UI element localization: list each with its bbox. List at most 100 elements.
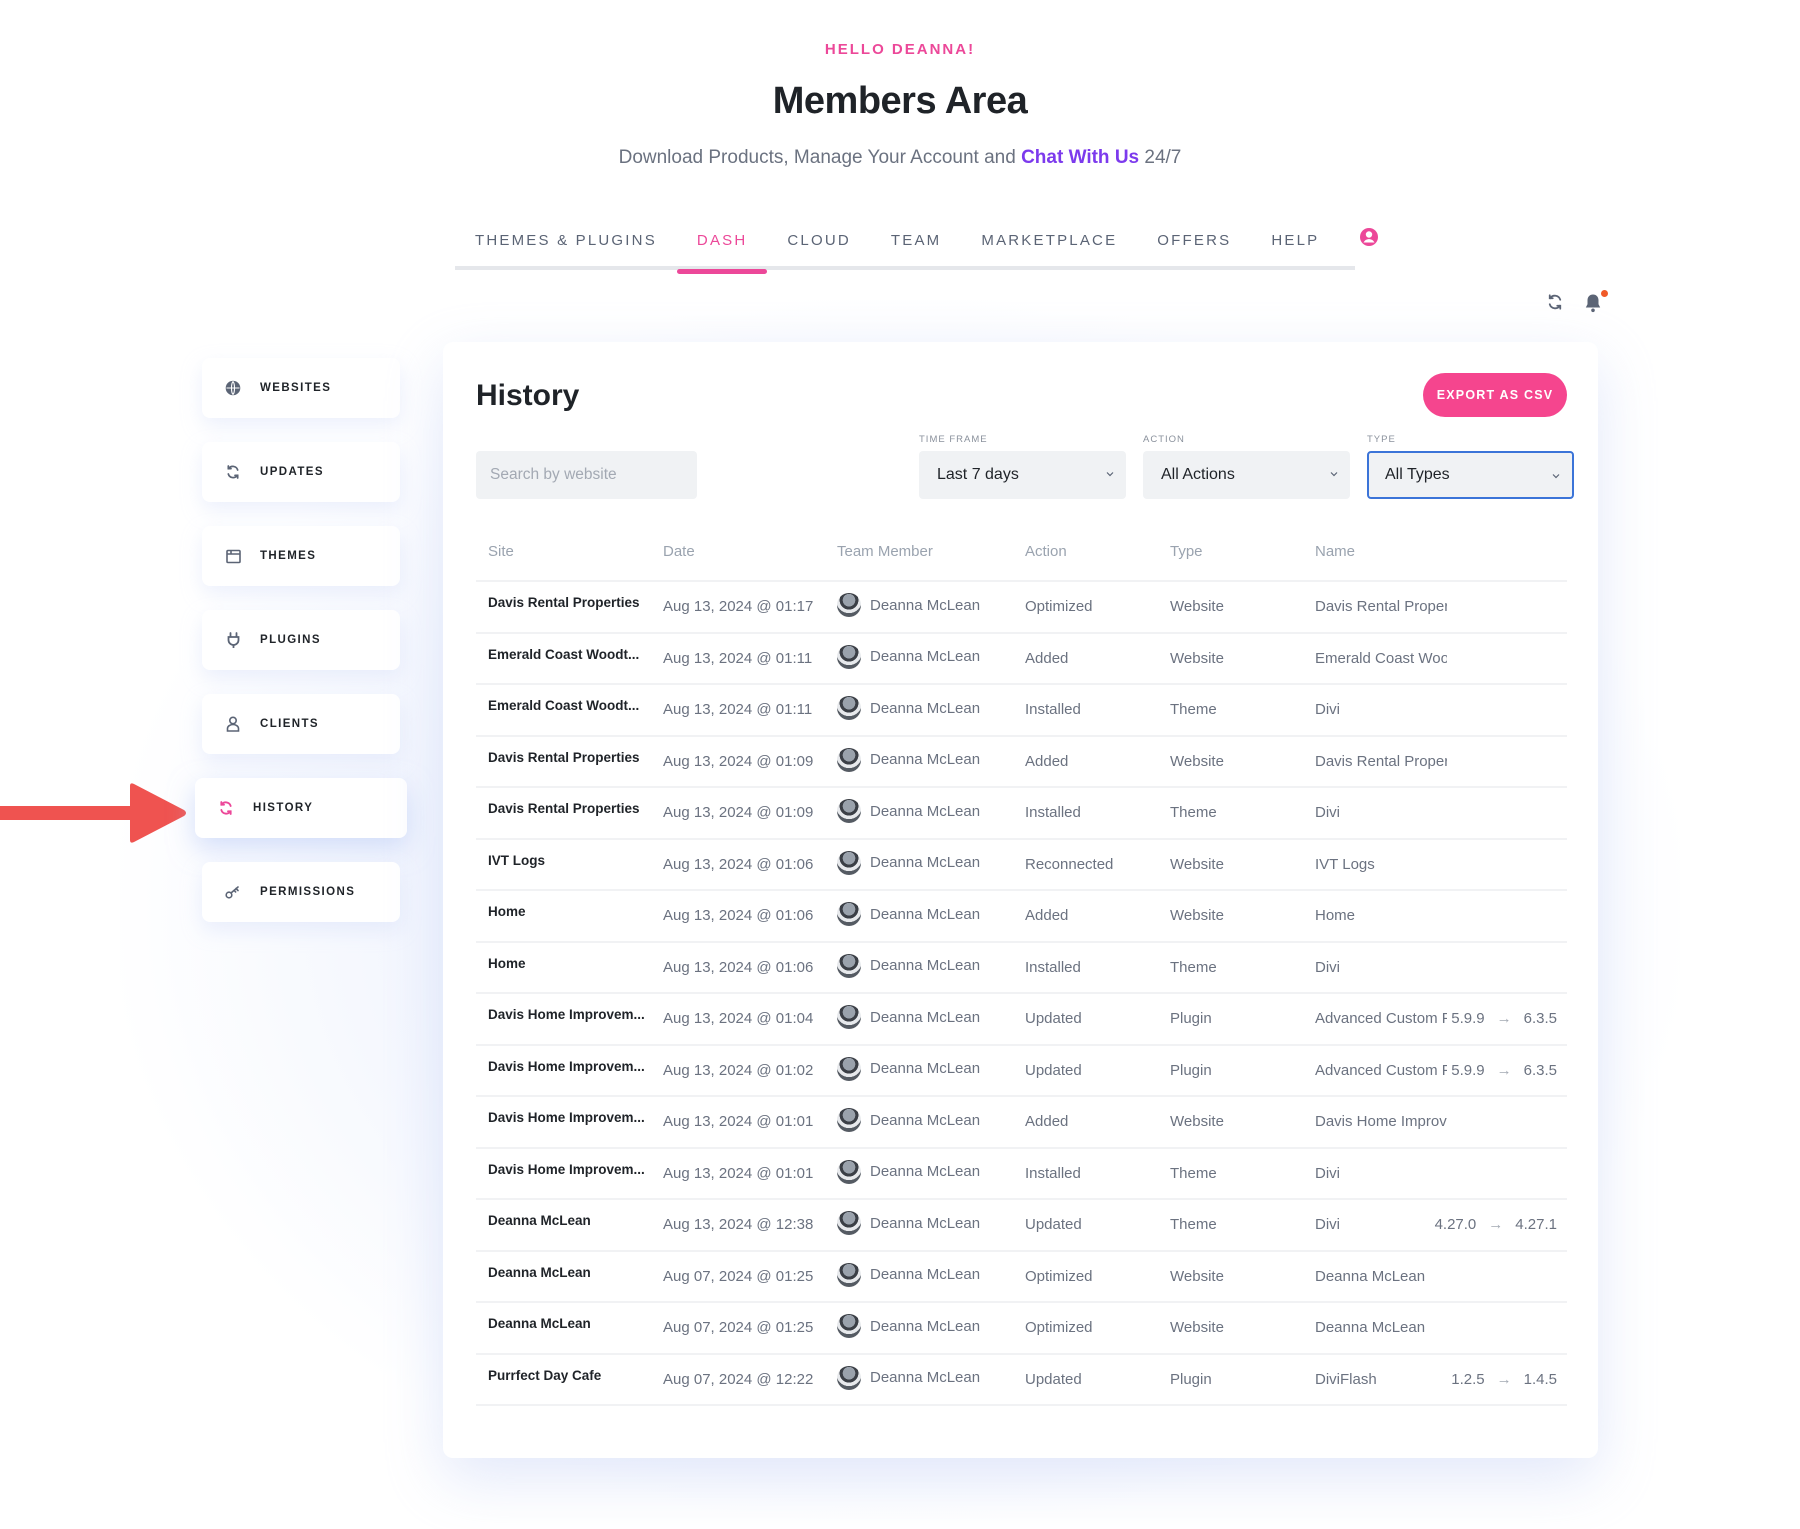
layout-icon: [224, 547, 242, 565]
type-value: All Types: [1385, 466, 1450, 483]
sidebar-item-permissions[interactable]: PERMISSIONS: [202, 862, 400, 922]
row-date: Aug 13, 2024 @ 01:06: [663, 855, 814, 873]
sidebar-item-updates[interactable]: UPDATES: [202, 442, 400, 502]
row-date: Aug 13, 2024 @ 12:38: [663, 1216, 814, 1233]
tab-team[interactable]: TEAM: [871, 224, 961, 270]
row-team-member: Deanna McLean: [837, 644, 980, 669]
table-row[interactable]: Emerald Coast Woodt... Aug 13, 2024 @ 01:…: [476, 685, 1567, 737]
table-row[interactable]: Deanna McLean Aug 07, 2024 @ 01:25 Deanna …: [476, 1303, 1567, 1355]
row-action: Installed: [1025, 804, 1081, 821]
row-type: Website: [1170, 1319, 1224, 1336]
table-row[interactable]: Davis Home Improvem... Aug 13, 2024 @ 01:…: [476, 1149, 1567, 1200]
column-header-action[interactable]: Action: [1025, 543, 1067, 560]
row-type: Plugin: [1170, 1010, 1212, 1027]
row-type: Theme: [1170, 701, 1217, 718]
type-select[interactable]: All Types: [1367, 451, 1574, 499]
row-type: Website: [1170, 752, 1224, 770]
row-date: Aug 13, 2024 @ 01:04: [663, 1010, 814, 1027]
row-team-member: Deanna McLean: [837, 953, 980, 978]
tab-cloud[interactable]: CLOUD: [767, 224, 871, 270]
column-header-team-member[interactable]: Team Member: [837, 543, 933, 560]
avatar: [837, 593, 861, 617]
row-team-member: Deanna McLean: [837, 1262, 980, 1287]
sidebar-item-plugins[interactable]: PLUGINS: [202, 610, 400, 670]
row-site[interactable]: Davis Rental Properties: [488, 595, 640, 610]
row-type: Theme: [1170, 1216, 1217, 1233]
column-header-type[interactable]: Type: [1170, 543, 1203, 560]
table-row[interactable]: Davis Home Improvem... Aug 13, 2024 @ 01:…: [476, 1046, 1567, 1097]
row-date: Aug 13, 2024 @ 01:11: [663, 649, 813, 667]
row-site[interactable]: Davis Rental Properties: [488, 750, 640, 765]
tab-themes-plugins[interactable]: THEMES & PLUGINS: [455, 224, 677, 270]
row-site[interactable]: Deanna McLean: [488, 1265, 591, 1280]
table-row[interactable]: Home Aug 13, 2024 @ 01:06 Deanna McLean Ins…: [476, 943, 1567, 994]
table-row[interactable]: Davis Rental Properties Aug 13, 2024 @ 01…: [476, 737, 1567, 788]
column-header-name[interactable]: Name: [1315, 543, 1355, 560]
row-team-member: Deanna McLean: [837, 1056, 980, 1081]
sidebar-item-history[interactable]: HISTORY: [195, 778, 407, 838]
row-type: Website: [1170, 855, 1224, 873]
row-action: Added: [1025, 907, 1069, 924]
history-card: History EXPORT AS CSV TIME FRAME Last 7 …: [443, 342, 1598, 1458]
table-row[interactable]: Deanna McLean Aug 07, 2024 @ 01:25 Deanna …: [476, 1252, 1567, 1303]
tab-offers[interactable]: OFFERS: [1137, 224, 1251, 270]
row-site[interactable]: IVT Logs: [488, 853, 545, 868]
page-subtitle: Download Products, Manage Your Account a…: [0, 147, 1800, 169]
table-row[interactable]: IVT Logs Aug 13, 2024 @ 01:06 Deanna McLea…: [476, 840, 1567, 891]
table-row[interactable]: Davis Rental Properties Aug 13, 2024 @ 01…: [476, 788, 1567, 840]
row-site[interactable]: Davis Home Improvem...: [488, 1110, 645, 1125]
refresh-icon[interactable]: [1546, 293, 1566, 313]
row-site[interactable]: Davis Rental Properties: [488, 801, 640, 816]
member-name: Deanna McLean: [870, 596, 981, 614]
row-site[interactable]: Deanna McLean: [488, 1213, 591, 1228]
chat-link[interactable]: Chat With Us: [1021, 147, 1139, 168]
row-site[interactable]: Home: [488, 904, 526, 919]
row-team-member: Deanna McLean: [837, 1211, 980, 1235]
tab-marketplace[interactable]: MARKETPLACE: [961, 224, 1137, 270]
chevron-down-icon: [1106, 472, 1114, 477]
row-date: Aug 07, 2024 @ 01:25: [663, 1319, 814, 1336]
row-site[interactable]: Davis Home Improvem...: [488, 1059, 645, 1074]
row-site[interactable]: Emerald Coast Woodt...: [488, 698, 639, 713]
sidebar-item-themes[interactable]: THEMES: [202, 526, 400, 586]
row-action: Reconnected: [1025, 855, 1114, 873]
row-site[interactable]: Emerald Coast Woodt...: [488, 647, 639, 662]
export-csv-button[interactable]: EXPORT AS CSV: [1423, 373, 1567, 417]
column-header-date[interactable]: Date: [663, 543, 695, 560]
row-team-member: Deanna McLean: [837, 902, 980, 926]
bell-icon[interactable]: [1584, 290, 1608, 313]
row-site[interactable]: Davis Home Improvem...: [488, 1007, 645, 1022]
row-action: Updated: [1025, 1010, 1082, 1027]
tab-dash[interactable]: DASH: [676, 224, 768, 274]
time-frame-label: TIME FRAME: [919, 434, 988, 445]
row-type: Theme: [1170, 1164, 1217, 1182]
row-site[interactable]: Davis Home Improvem...: [488, 1162, 645, 1177]
row-site[interactable]: Home: [488, 956, 526, 971]
row-type: Website: [1170, 1267, 1224, 1285]
table-row[interactable]: Home Aug 13, 2024 @ 01:06 Deanna McLean Add…: [476, 891, 1567, 943]
row-action: Updated: [1025, 1061, 1082, 1079]
search-input[interactable]: [476, 451, 697, 499]
table-row[interactable]: Deanna McLean Aug 13, 2024 @ 12:38 Deanna …: [476, 1200, 1567, 1252]
column-header-site[interactable]: Site: [488, 543, 514, 560]
tab-help[interactable]: HELP: [1251, 224, 1339, 270]
sidebar-item-websites[interactable]: WEBSITES: [202, 358, 400, 418]
sidebar-item-label: UPDATES: [260, 466, 324, 478]
row-site[interactable]: Purrfect Day Cafe: [488, 1368, 601, 1383]
table-row[interactable]: Davis Home Improvem... Aug 13, 2024 @ 01:…: [476, 1097, 1567, 1149]
user-circle-icon[interactable]: [1359, 224, 1379, 252]
table-row[interactable]: Davis Rental Properties Aug 13, 2024 @ 01…: [476, 582, 1567, 634]
time-frame-select[interactable]: Last 7 days: [919, 451, 1126, 499]
table-row[interactable]: Davis Home Improvem... Aug 13, 2024 @ 01:…: [476, 994, 1567, 1046]
row-action: Installed: [1025, 958, 1081, 976]
table-row[interactable]: Purrfect Day Cafe Aug 07, 2024 @ 12:22 Dea…: [476, 1355, 1567, 1406]
version-to: 6.3.5: [1523, 1061, 1557, 1079]
sidebar-item-clients[interactable]: CLIENTS: [202, 694, 400, 754]
row-type: Theme: [1170, 958, 1217, 976]
row-site[interactable]: Deanna McLean: [488, 1316, 591, 1331]
action-select[interactable]: All Actions: [1143, 451, 1350, 499]
member-name: Deanna McLean: [870, 751, 981, 768]
type-label: TYPE: [1367, 434, 1396, 445]
person-icon: [224, 715, 242, 733]
table-row[interactable]: Emerald Coast Woodt... Aug 13, 2024 @ 01:…: [476, 634, 1567, 685]
